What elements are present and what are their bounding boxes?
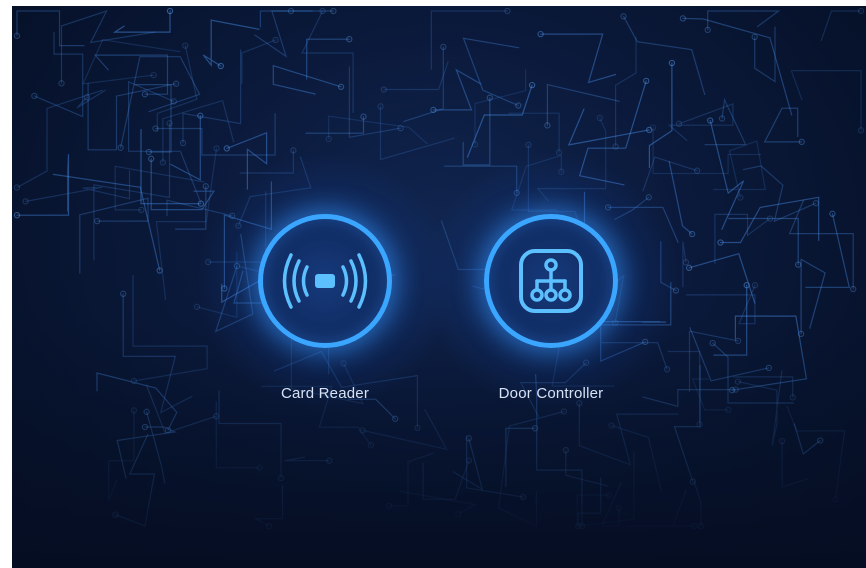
card-reader-rfid-icon xyxy=(282,253,368,309)
network-hierarchy-icon xyxy=(519,249,583,313)
card-reader-button[interactable] xyxy=(258,214,392,348)
door-controller-button[interactable] xyxy=(484,214,618,348)
door-controller-label: Door Controller xyxy=(498,385,604,402)
circuit-board-background xyxy=(12,6,866,568)
card-reader-label: Card Reader xyxy=(280,385,370,402)
device-selection-screen: Card Reader Door Controller xyxy=(12,6,866,568)
